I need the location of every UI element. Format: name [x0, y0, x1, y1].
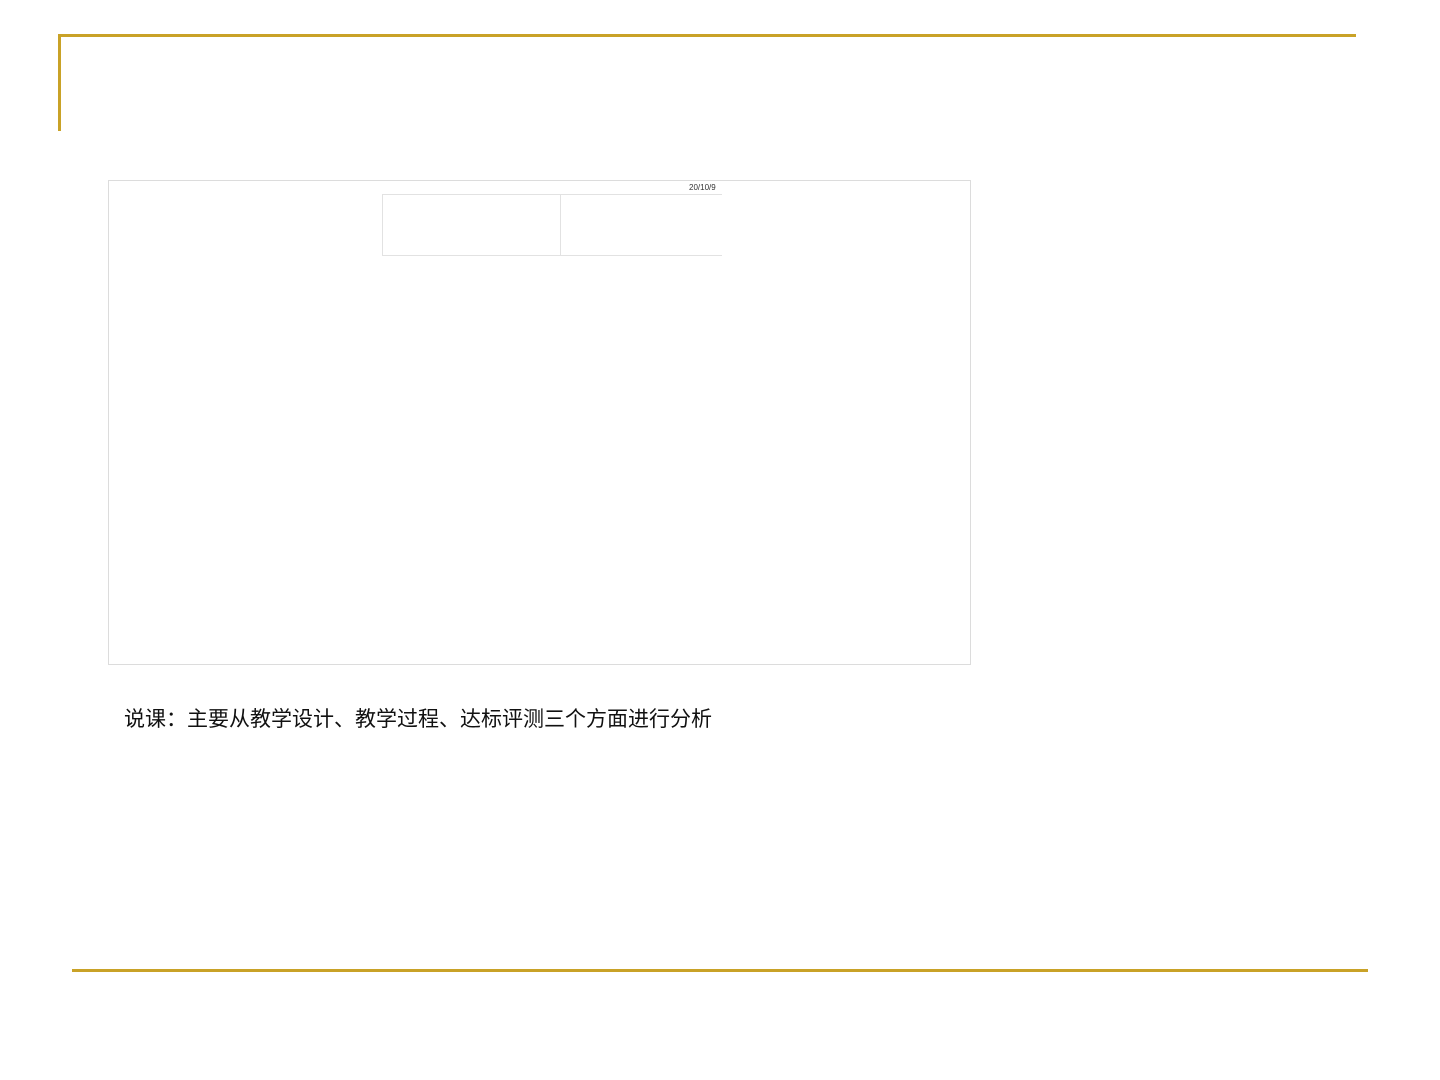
- slide-caption: 说课：主要从教学设计、教学过程、达标评测三个方面进行分析: [124, 707, 712, 731]
- embedded-slide-frame: 20/10/9: [108, 180, 971, 665]
- embedded-table: [382, 194, 722, 256]
- table-column-divider: [560, 195, 561, 255]
- frame-date: 20/10/9: [689, 183, 716, 192]
- left-accent-line: [58, 34, 61, 131]
- bottom-accent-line: [72, 969, 1368, 972]
- top-accent-line: [58, 34, 1356, 37]
